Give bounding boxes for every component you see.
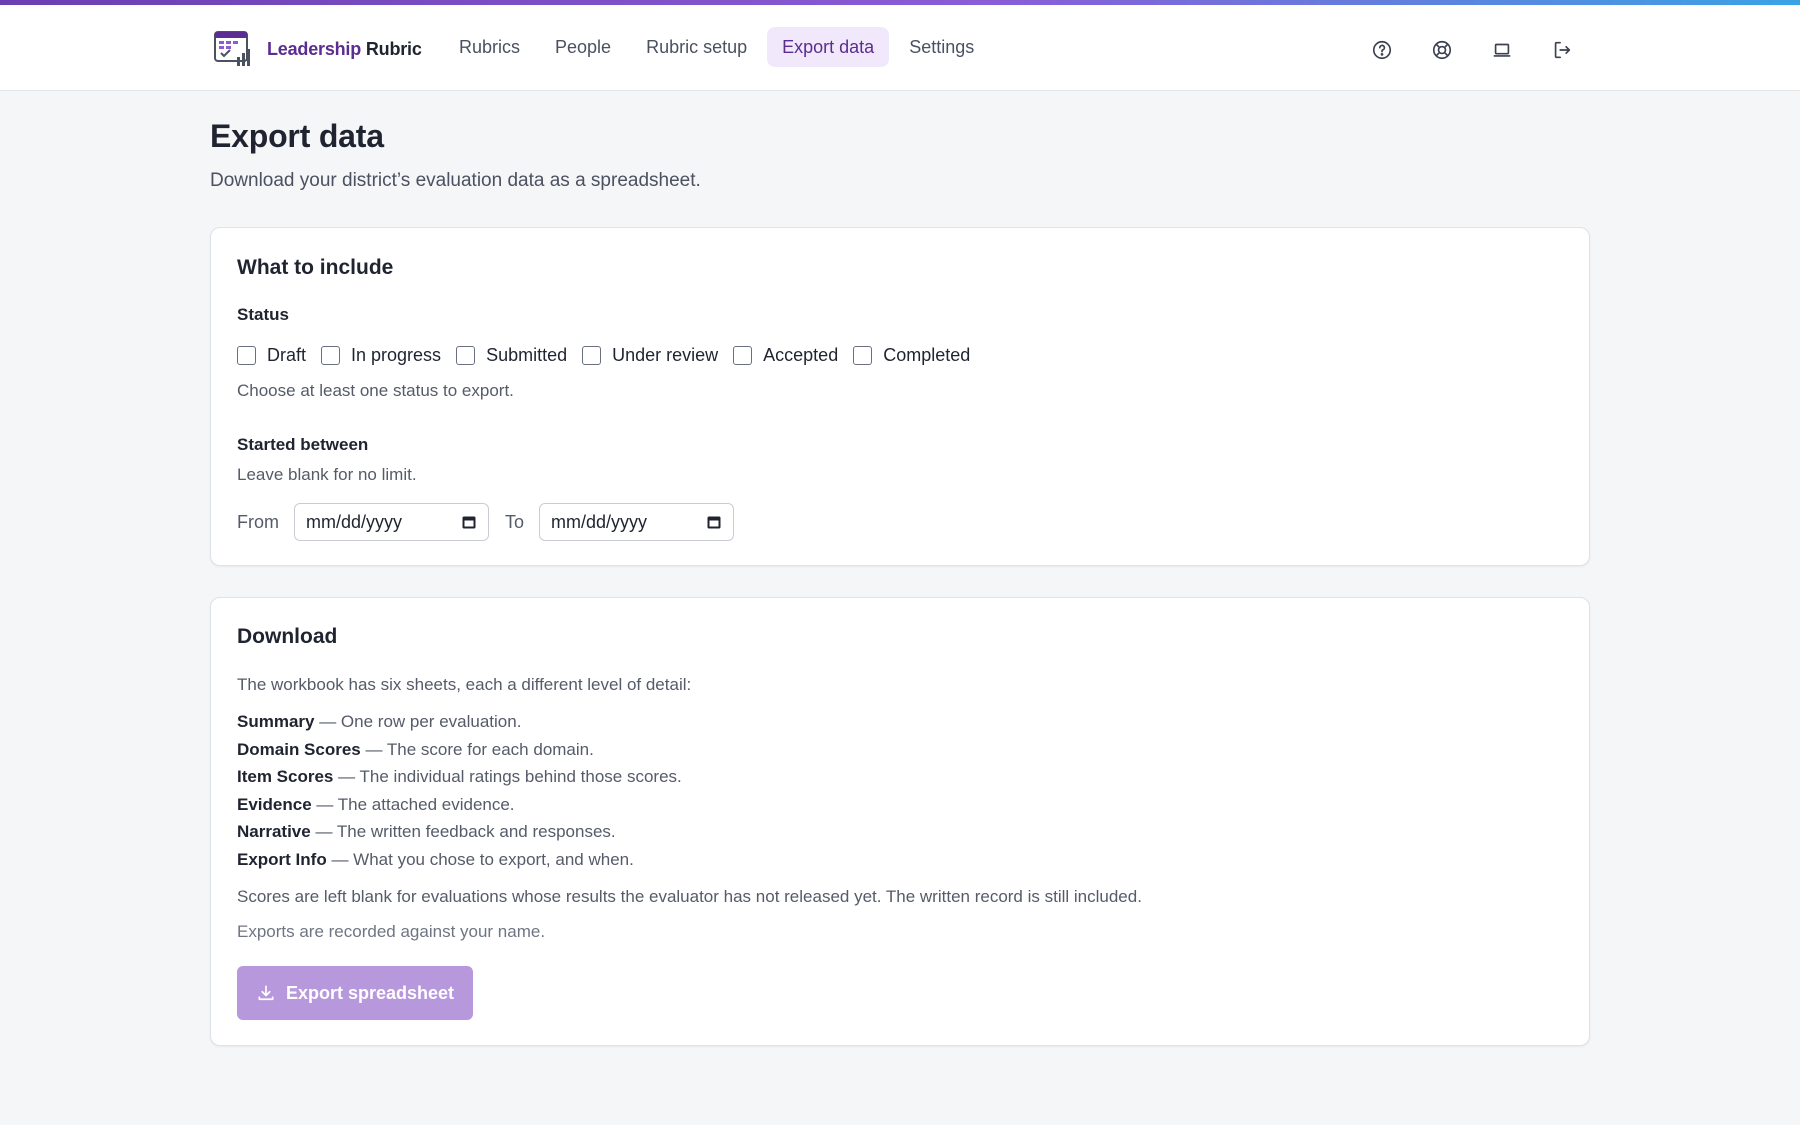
checkbox-label: Draft bbox=[267, 345, 307, 365]
help-circle-icon[interactable] bbox=[1366, 34, 1398, 66]
to-date-input[interactable]: mm/dd/yyyy bbox=[539, 503, 735, 541]
nav-rubric-setup[interactable]: Rubric setup bbox=[631, 27, 762, 67]
checkbox-box[interactable] bbox=[237, 346, 256, 365]
checkbox-label: Submitted bbox=[486, 345, 568, 365]
exports-recorded-note: Exports are recorded against your name. bbox=[237, 922, 546, 941]
export-spreadsheet-button[interactable]: Export spreadsheet bbox=[237, 966, 473, 1020]
download-card: Download The workbook has six sheets, ea… bbox=[210, 597, 1590, 1046]
calendar-icon[interactable] bbox=[461, 514, 477, 530]
sheet-item-export-info: Export Info — What you chose to export, … bbox=[237, 849, 634, 869]
to-date-placeholder: mm/dd/yyyy bbox=[551, 511, 648, 532]
status-under-review-checkbox[interactable]: Under review bbox=[582, 345, 718, 366]
checkbox-box[interactable] bbox=[456, 346, 476, 365]
rubric-logo-icon bbox=[214, 31, 250, 66]
to-label: To bbox=[505, 511, 525, 532]
checkbox-box[interactable] bbox=[321, 346, 341, 365]
brand-name: Leadership Rubric bbox=[267, 38, 422, 59]
export-button-label: Export spreadsheet bbox=[285, 982, 455, 1003]
top-navbar: Leadership Rubric Rubrics People Rubric … bbox=[0, 5, 1800, 91]
main-nav: Rubrics People Rubric setup Export data … bbox=[444, 27, 994, 67]
checkbox-box[interactable] bbox=[853, 346, 873, 365]
from-label: From bbox=[237, 511, 279, 532]
laptop-icon[interactable] bbox=[1486, 34, 1518, 66]
sheet-item-summary: Summary — One row per evaluation. bbox=[237, 712, 522, 731]
checkbox-label: Completed bbox=[883, 345, 971, 365]
calendar-icon[interactable] bbox=[706, 514, 722, 530]
status-label: Status bbox=[237, 305, 289, 324]
checkbox-label: Under review bbox=[612, 345, 719, 365]
download-intro: The workbook has six sheets, each a diff… bbox=[237, 675, 692, 694]
sheet-item-evidence: Evidence — The attached evidence. bbox=[237, 794, 515, 814]
status-submitted-checkbox[interactable]: Submitted bbox=[456, 345, 567, 366]
checkbox-label: In progress bbox=[351, 345, 442, 365]
status-checkbox-group: Draft In progress Submitted Under review… bbox=[237, 345, 985, 366]
logout-icon[interactable] bbox=[1546, 34, 1578, 66]
scores-blank-note: Scores are left blank for evaluations wh… bbox=[237, 887, 1142, 906]
what-to-include-card: What to include Status Draft In progress… bbox=[210, 227, 1590, 566]
started-between-hint: Leave blank for no limit. bbox=[237, 465, 417, 484]
card-title: What to include bbox=[237, 256, 394, 279]
checkbox-label: Accepted bbox=[763, 345, 839, 365]
sheet-list: Summary — One row per evaluation. Domain… bbox=[237, 708, 682, 873]
checkbox-box[interactable] bbox=[733, 346, 753, 365]
from-date-placeholder: mm/dd/yyyy bbox=[306, 511, 403, 532]
from-date-input[interactable]: mm/dd/yyyy bbox=[294, 503, 489, 541]
header-actions bbox=[1366, 34, 1606, 66]
brand[interactable]: Leadership Rubric bbox=[212, 29, 422, 69]
card-title: Download bbox=[237, 625, 338, 648]
status-completed-checkbox[interactable]: Completed bbox=[853, 345, 970, 366]
status-hint: Choose at least one status to export. bbox=[237, 381, 514, 400]
lifebuoy-icon[interactable] bbox=[1426, 34, 1458, 66]
page-subtitle: Download your district’s evaluation data… bbox=[210, 170, 701, 191]
nav-people[interactable]: People bbox=[540, 27, 626, 67]
nav-settings[interactable]: Settings bbox=[894, 27, 989, 67]
status-accepted-checkbox[interactable]: Accepted bbox=[733, 345, 838, 366]
sheet-item-item-scores: Item Scores — The individual ratings beh… bbox=[237, 767, 682, 786]
started-between-label: Started between bbox=[237, 435, 369, 454]
checkbox-box[interactable] bbox=[582, 346, 602, 365]
nav-export-data[interactable]: Export data bbox=[767, 27, 890, 67]
status-draft-checkbox[interactable]: Draft bbox=[237, 345, 306, 366]
status-in-progress-checkbox[interactable]: In progress bbox=[321, 345, 441, 366]
sheet-item-narrative: Narrative — The written feedback and res… bbox=[237, 822, 616, 841]
nav-rubrics[interactable]: Rubrics bbox=[444, 27, 535, 67]
date-range: From mm/dd/yyyy To mm/dd/yyyy bbox=[237, 503, 750, 541]
download-icon bbox=[258, 985, 274, 1001]
sheet-item-domain-scores: Domain Scores — The score for each domai… bbox=[237, 739, 594, 759]
page-title: Export data bbox=[210, 118, 384, 154]
